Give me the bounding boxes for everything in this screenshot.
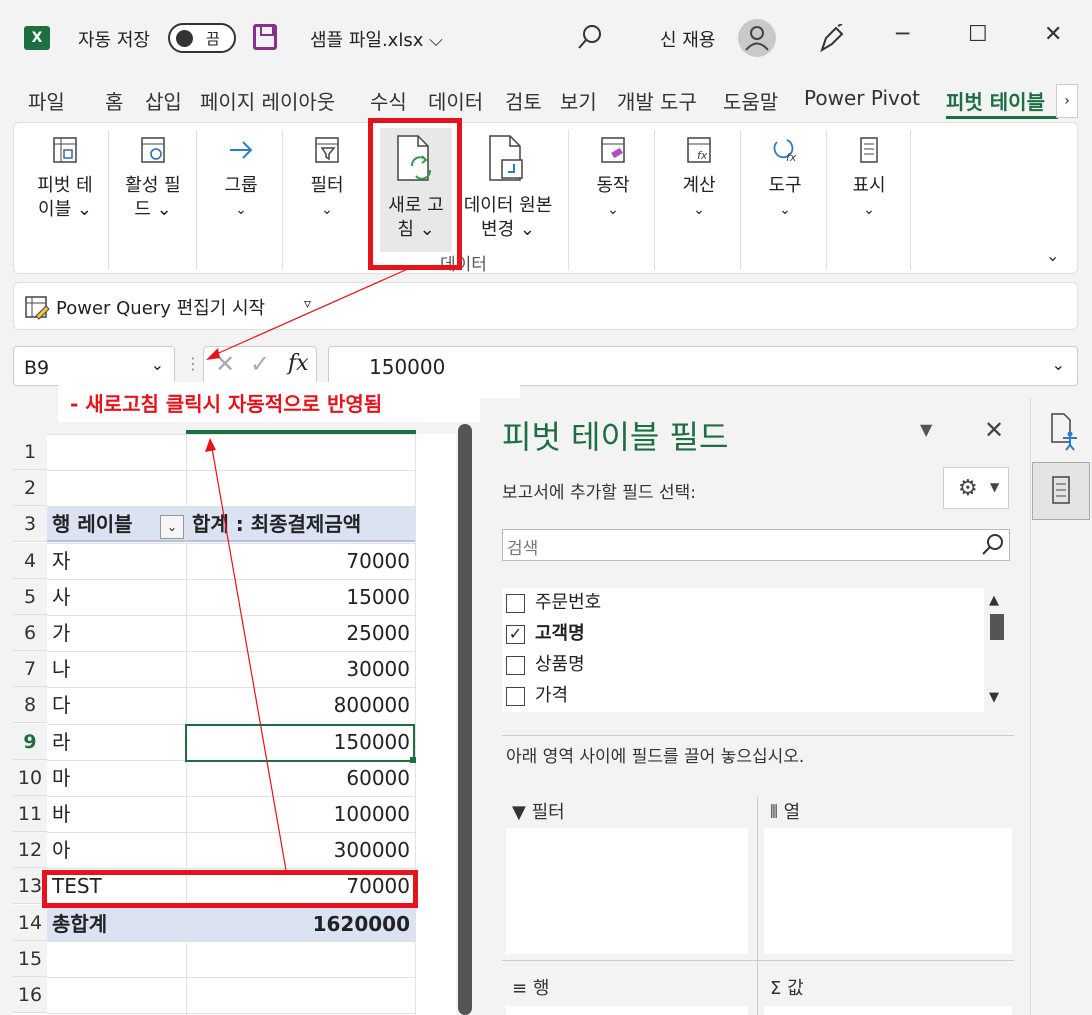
rows-area-text: 행 (532, 978, 550, 999)
field-name: 상품명 (535, 654, 585, 675)
search-icon (982, 534, 1003, 555)
columns-drop-area[interactable] (764, 828, 1012, 954)
field-checkbox[interactable] (506, 593, 525, 613)
field-item[interactable]: 상품명 (506, 650, 585, 676)
pane-settings-button[interactable]: ⚙ ▼ (943, 467, 1009, 509)
pane-divider (502, 735, 1014, 736)
field-checkbox[interactable] (506, 686, 525, 706)
field-name: 가격 (535, 685, 569, 706)
annotation-note: - 새로고침 클릭시 자동적으로 반영됨 (58, 382, 520, 422)
pane-options-chevron-icon[interactable]: ▼ (920, 420, 932, 439)
field-item[interactable]: 주문번호 (506, 588, 601, 614)
rows-area-label: ≡ 행 (512, 974, 549, 1000)
filter-drop-area[interactable] (506, 828, 748, 954)
area-divider (757, 797, 758, 1015)
accessibility-button[interactable] (1032, 400, 1090, 458)
field-checkbox[interactable] (506, 655, 525, 675)
scroll-thumb[interactable] (990, 614, 1004, 640)
field-list-icon (1052, 476, 1070, 504)
pane-title: 피벗 테이블 필드 (502, 418, 729, 456)
field-list-toggle-button[interactable] (1032, 462, 1090, 520)
field-item[interactable]: 가격 (506, 681, 568, 707)
field-checkbox[interactable]: ✓ (506, 624, 525, 644)
filter-area-text: 필터 (531, 802, 565, 823)
arrow-line-refresh (211, 267, 411, 357)
pane-close-icon[interactable]: ✕ (984, 416, 1004, 444)
chevron-down-icon: ▼ (990, 480, 1000, 494)
arrow-line-test (211, 447, 287, 871)
field-name: 주문번호 (535, 592, 602, 613)
rows-icon: ≡ (512, 978, 528, 999)
arrow-head-refresh (206, 348, 220, 360)
columns-area-label: ⦀ 열 (770, 798, 800, 824)
accessibility-icon (1051, 413, 1077, 451)
search-placeholder: 검색 (507, 539, 539, 559)
drag-hint: 아래 영역 사이에 필드를 끌어 놓으십시오. (506, 747, 805, 767)
filter-icon: ▼ (512, 802, 526, 823)
sigma-icon: Σ (770, 978, 782, 999)
pane-subtitle: 보고서에 추가할 필드 선택: (502, 483, 696, 503)
field-name: 고객명 (535, 623, 585, 644)
scroll-up-icon[interactable]: ▲ (989, 593, 999, 608)
field-search-input[interactable]: 검색 (502, 529, 1010, 561)
field-item[interactable]: ✓ 고객명 (506, 619, 585, 645)
values-area-text: 값 (787, 978, 804, 999)
gear-icon: ⚙ (958, 476, 978, 501)
scroll-down-icon[interactable]: ▼ (989, 690, 999, 705)
columns-area-text: 열 (783, 802, 801, 823)
values-drop-area[interactable] (764, 1006, 1012, 1015)
columns-icon: ⦀ (770, 802, 778, 823)
rows-drop-area[interactable] (506, 1006, 748, 1015)
filter-area-label: ▼ 필터 (512, 798, 565, 824)
area-divider (502, 960, 1014, 961)
values-area-label: Σ 값 (770, 974, 804, 1000)
arrow-head-test (205, 438, 216, 452)
